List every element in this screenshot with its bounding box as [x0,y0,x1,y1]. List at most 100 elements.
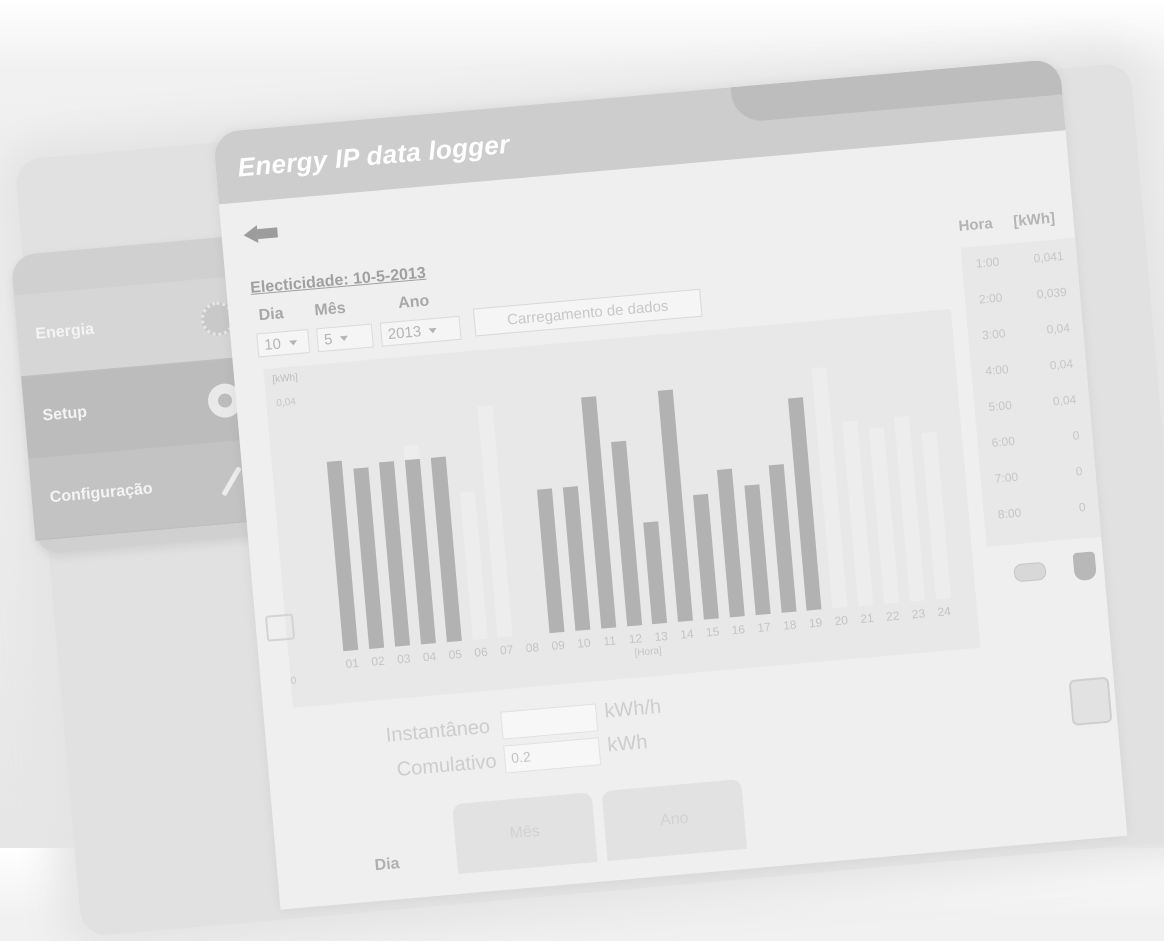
section-title: Electicidade: 10-5-2013 [249,264,427,297]
day-select[interactable]: 10 [256,329,311,358]
x-tick-label: 11 [602,633,617,649]
tab-ano[interactable]: Ano [601,779,748,861]
menu-item-label: Configuração [49,479,154,506]
cumulative-field[interactable]: 0.2 [503,737,602,774]
chart-plot-area: 01 02 03 04 05 06 07 08 09 10 11 12 13 14 15 16 17 18 19 20… [315,329,956,671]
tab-dia[interactable]: Dia [314,824,460,907]
chart-bar[interactable] [430,456,462,643]
main-panel: Energy IP data logger Electicidade: 10-5… [212,58,1128,910]
x-tick-label: 20 [834,613,849,629]
x-tick-label: 01 [345,655,360,672]
chevron-down-icon [340,335,349,341]
table-row[interactable]: 6:00 0 [977,428,1088,452]
chart-bar[interactable] [610,440,642,627]
chevron-down-icon [428,327,438,334]
x-tick-label: 14 [679,626,695,642]
table-cell-hour: 2:00 [978,290,1003,307]
table-row[interactable]: 1:00 0,041 [961,248,1072,272]
chart-bar[interactable] [379,460,411,647]
table-row[interactable]: 8:00 0 [983,499,1094,523]
chart-ghost-bar [893,415,925,602]
chart-ghost-bar [868,427,900,604]
back-arrow-icon[interactable] [243,223,278,244]
x-tick-label: 06 [473,644,489,660]
month-label: Mês [313,299,347,320]
table-cell-kwh: 0,04 [1052,392,1077,409]
x-tick-label: 22 [885,608,901,624]
load-data-button[interactable]: Carregamento de dados [472,288,703,337]
y-axis-label: [kWh] [271,372,299,386]
month-select-value: 5 [323,330,334,349]
table-cell-hour: 7:00 [994,469,1019,486]
x-tick-label: 24 [936,604,952,620]
x-tick-label: 07 [499,642,514,658]
chart-bar[interactable] [693,493,719,620]
x-tick-label: 13 [653,628,669,645]
table-cell-hour: 4:00 [984,362,1010,379]
y-tick-label: 0 [290,675,297,687]
x-tick-label: 10 [576,635,592,651]
table-cell-kwh: 0 [1072,428,1080,443]
chart-ghost-bar [842,420,874,607]
table-row[interactable]: 4:00 0,04 [971,356,1082,380]
plug-icon [1068,676,1113,726]
chart-bar[interactable] [562,486,591,631]
x-tick-label: 12 [628,631,643,647]
table-cell-hour: 3:00 [981,326,1007,343]
day-select-value: 10 [263,335,282,354]
x-tick-label: 02 [370,653,386,669]
table-cell-kwh: 0 [1078,500,1087,515]
table-cell-kwh: 0,04 [1045,320,1071,337]
save-icon[interactable] [1013,561,1047,583]
chart-bar[interactable] [716,468,745,618]
x-tick-label: 16 [731,622,746,638]
energy-chart: [kWh] 0,04 0 01 02 03 04 05 06 07 08 09 10 11 12 13 1… [263,308,981,708]
tab-mes[interactable]: Mês [452,792,598,875]
table-row[interactable]: 3:00 0,04 [968,320,1079,344]
table-header-hour: Hora [957,215,994,235]
hand-icon[interactable] [1072,551,1097,582]
chevron-down-icon [288,339,298,346]
y-tick-label: 0,04 [275,396,297,410]
x-tick-label: 04 [422,649,437,665]
x-tick-label: 21 [859,610,875,627]
chart-bar[interactable] [353,467,385,649]
x-tick-label: 08 [525,640,540,656]
table-row[interactable]: 7:00 0 [980,463,1091,487]
logout-icon[interactable] [264,613,296,642]
x-tick-label: 15 [705,624,720,640]
year-select-value: 2013 [387,322,422,343]
app-title: Energy IP data logger [236,128,511,183]
chart-bar[interactable] [404,458,436,645]
instant-field[interactable] [500,703,599,740]
year-label: Ano [397,292,430,313]
panel-header: Energy IP data logger [212,58,1066,205]
instant-unit: kWh/h [603,695,662,723]
chart-bar[interactable] [768,463,797,613]
scene: Energia Setup Configuração Energy IP dat… [0,0,1164,938]
x-tick-label: 09 [550,637,566,654]
x-tick-label: 03 [396,651,412,667]
year-select[interactable]: 2013 [379,315,462,347]
table-cell-hour: 8:00 [997,505,1022,522]
x-tick-label: 19 [808,615,823,631]
table-cell-hour: 1:00 [975,254,1000,271]
chart-bar[interactable] [327,460,359,652]
x-tick-label: 18 [782,617,798,633]
table-row[interactable]: 5:00 0,04 [974,392,1085,416]
chart-bar[interactable] [744,484,771,616]
table-cell-kwh: 0,039 [1036,284,1068,302]
chart-bar[interactable] [537,488,565,634]
cumulative-label: Comulativo [395,750,498,781]
menu-item-label: Energia [34,320,95,343]
table-row[interactable]: 2:00 0,039 [965,284,1076,308]
month-select[interactable]: 5 [316,323,374,353]
table-cell-kwh: 0 [1075,464,1084,479]
x-tick-label: 05 [447,646,463,663]
table-cell-kwh: 0,041 [1033,248,1065,266]
day-label: Dia [258,305,285,325]
cumulative-unit: kWh [606,731,649,757]
x-axis-label: [Hora] [634,645,663,659]
chart-bar[interactable] [643,521,668,625]
table-header-kwh: [kWh] [1012,209,1056,231]
